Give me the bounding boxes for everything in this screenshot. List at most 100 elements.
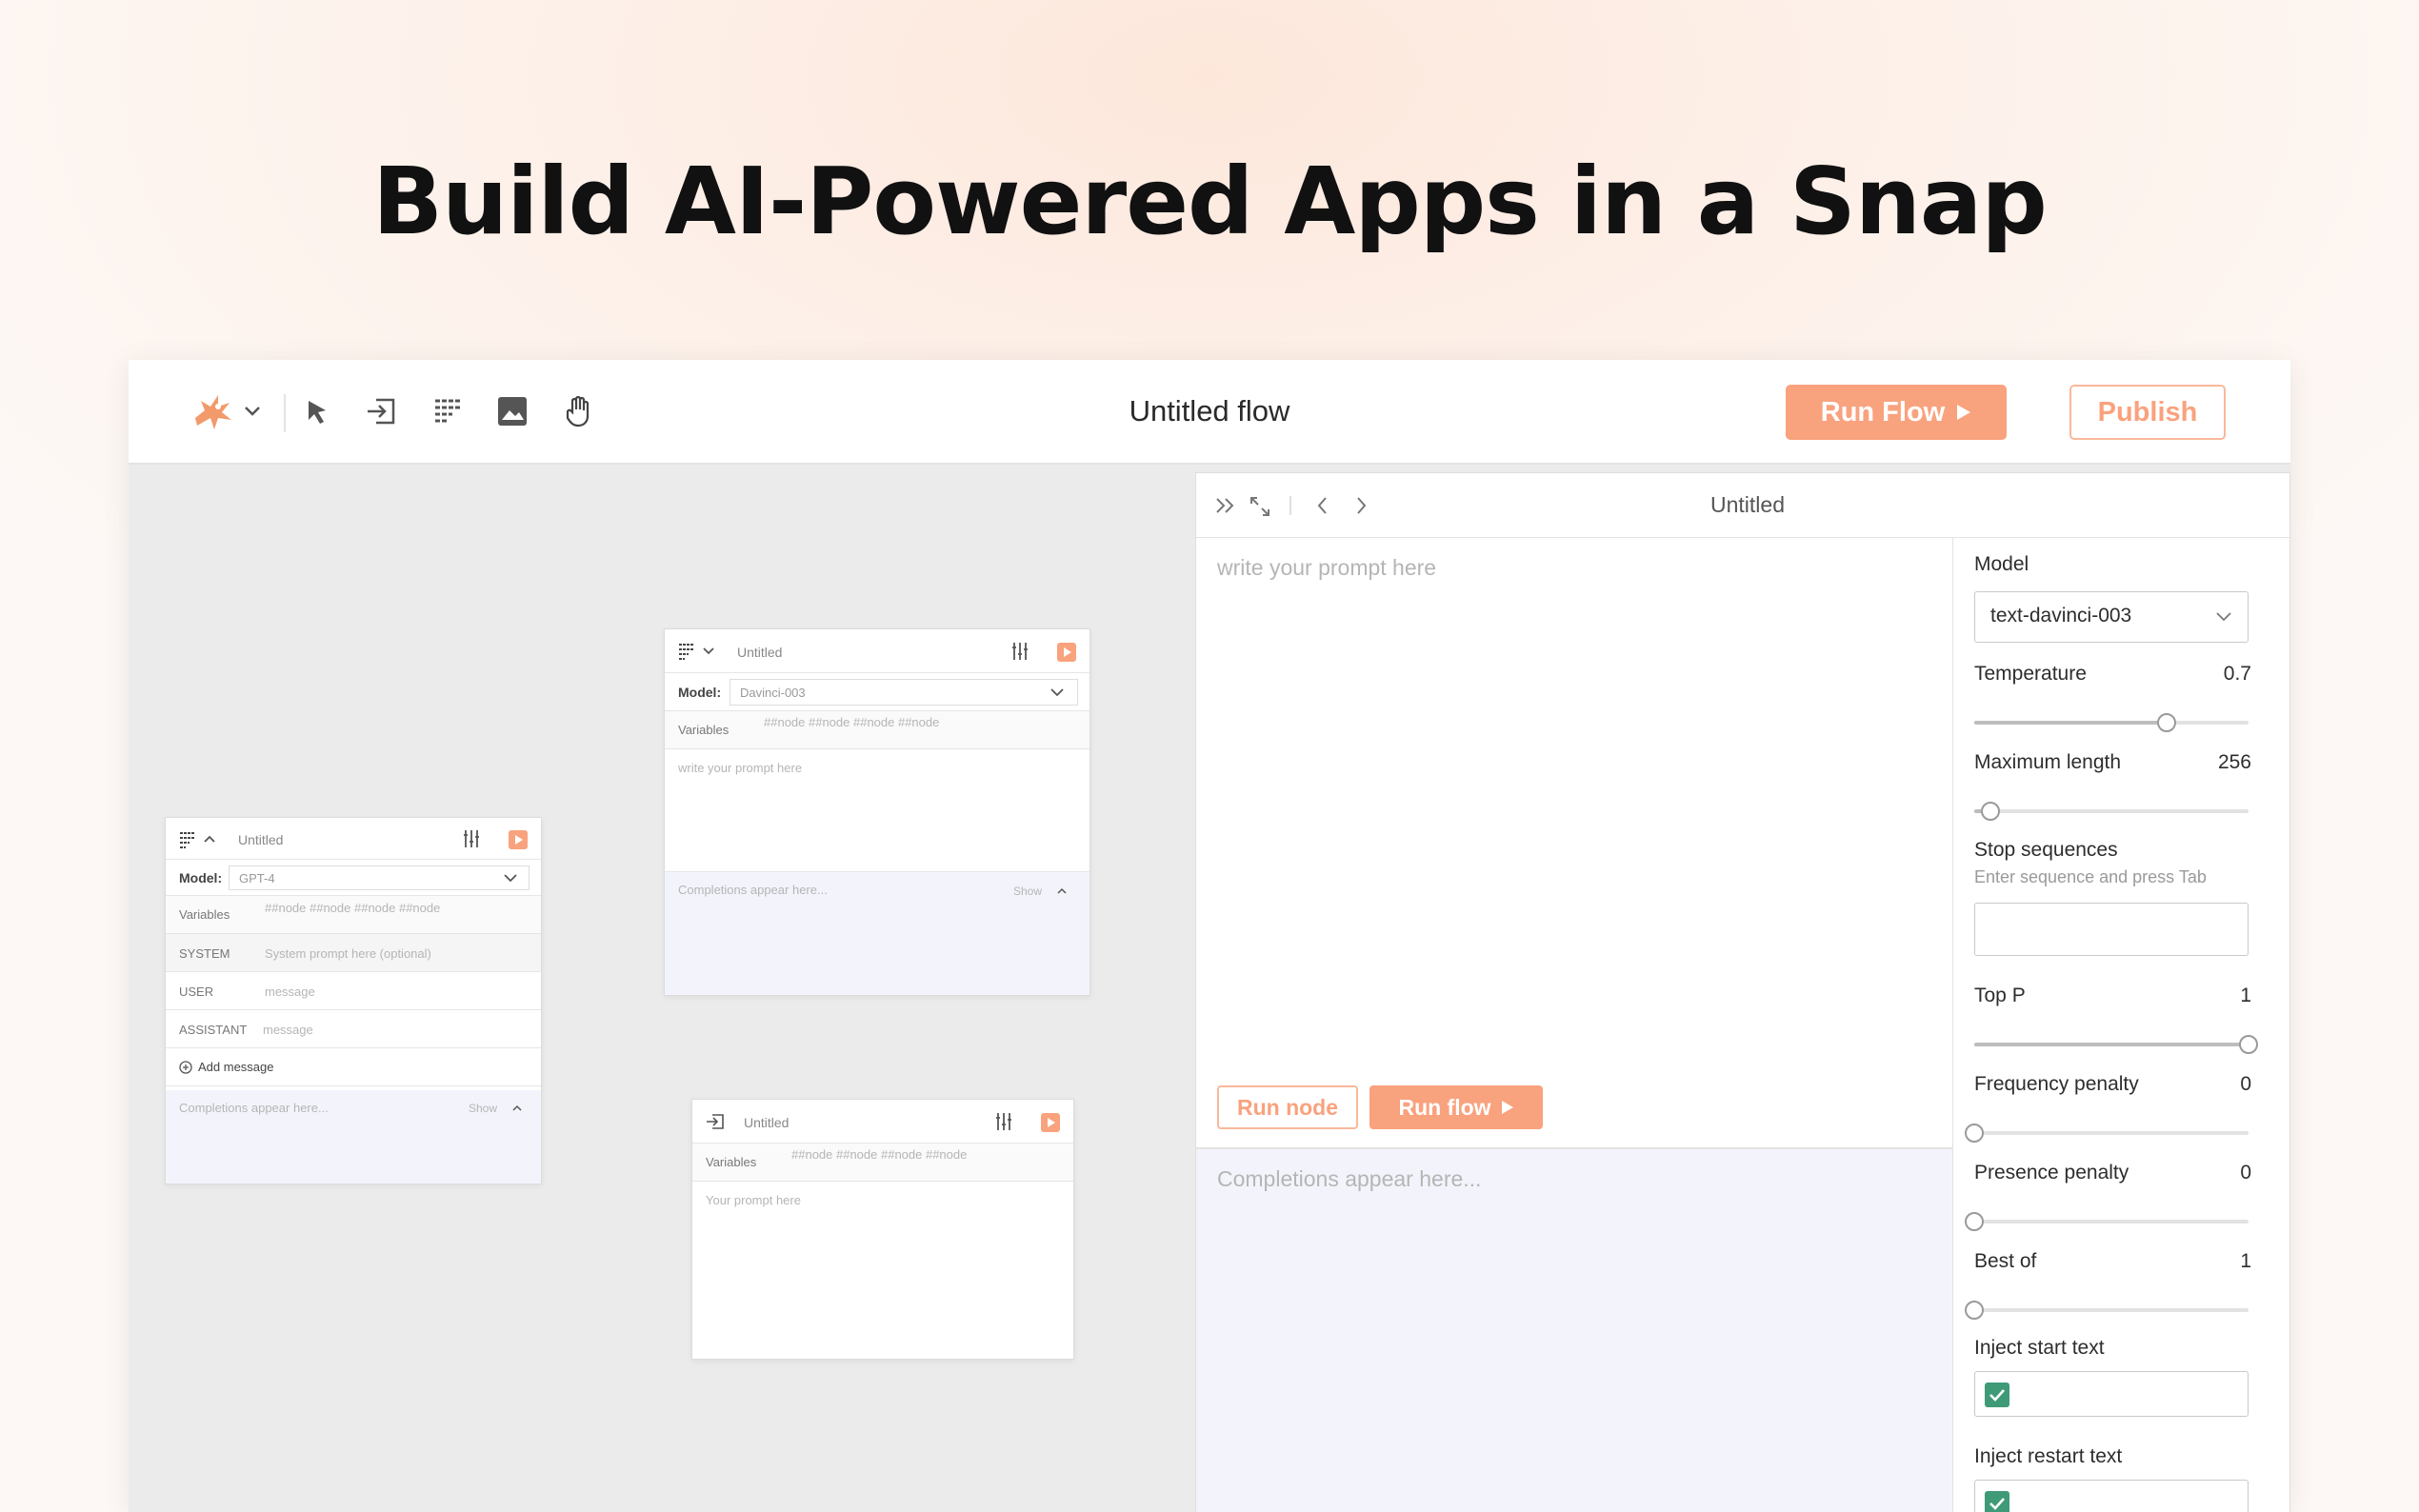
chevron-up-icon[interactable] bbox=[512, 1104, 522, 1111]
inject-restart-field[interactable] bbox=[1974, 1480, 2249, 1512]
publish-button[interactable]: Publish bbox=[2069, 385, 2226, 440]
max-length-slider[interactable] bbox=[1974, 802, 2249, 821]
run-flow-button[interactable]: Run flow bbox=[1369, 1085, 1543, 1129]
top-toolbar: Untitled flow Run Flow Publish bbox=[129, 360, 2290, 465]
add-circle-icon bbox=[179, 1061, 192, 1074]
play-icon[interactable] bbox=[1057, 643, 1076, 662]
prompt-node-icon bbox=[679, 644, 694, 660]
panel-title[interactable]: Untitled bbox=[1710, 492, 1785, 518]
input-node-icon[interactable] bbox=[362, 392, 400, 430]
text-input-node[interactable]: Untitled Variables ##node ##node ##node … bbox=[691, 1099, 1074, 1360]
image-icon[interactable] bbox=[493, 392, 531, 430]
add-message-label: Add message bbox=[198, 1060, 274, 1074]
logo-icon[interactable] bbox=[188, 392, 239, 430]
stop-sequences-input[interactable] bbox=[1974, 903, 2249, 956]
prompt-node-icon[interactable] bbox=[429, 392, 467, 430]
sliders-icon[interactable] bbox=[463, 829, 480, 848]
frequency-penalty-slider[interactable] bbox=[1965, 1124, 2249, 1143]
completions-placeholder: Completions appear here... bbox=[179, 1101, 329, 1115]
chevron-up-icon[interactable] bbox=[204, 835, 215, 843]
prompt-input[interactable]: Your prompt here bbox=[692, 1182, 1073, 1353]
presence-penalty-slider[interactable] bbox=[1965, 1212, 2249, 1231]
chat-node[interactable]: Untitled Model: GPT-4 Variables ##node #… bbox=[165, 817, 542, 1184]
system-input[interactable]: System prompt here (optional) bbox=[265, 946, 431, 961]
slider-thumb[interactable] bbox=[1981, 802, 2001, 821]
chevron-left-icon[interactable] bbox=[1316, 496, 1328, 515]
model-select[interactable]: GPT-4 bbox=[229, 865, 530, 890]
chevron-right-icon[interactable] bbox=[1356, 496, 1368, 515]
sliders-icon[interactable] bbox=[995, 1112, 1012, 1131]
model-value: Davinci-003 bbox=[740, 686, 806, 700]
variables-row: Variables ##node ##node ##node ##node bbox=[692, 1144, 1073, 1182]
inject-start-label: Inject start text bbox=[1974, 1337, 2105, 1359]
inject-start-field[interactable] bbox=[1974, 1371, 2249, 1417]
show-toggle[interactable]: Show bbox=[1013, 885, 1042, 898]
top-p-label: Top P bbox=[1974, 985, 2026, 1006]
model-value: GPT-4 bbox=[239, 871, 275, 885]
node-title[interactable]: Untitled bbox=[744, 1115, 789, 1130]
add-message-button[interactable]: Add message bbox=[166, 1048, 541, 1086]
max-length-label: Maximum length bbox=[1974, 751, 2122, 773]
model-row: Model: GPT-4 bbox=[166, 860, 541, 896]
prompt-placeholder: write your prompt here bbox=[678, 761, 803, 775]
presence-penalty-value: 0 bbox=[2240, 1162, 2251, 1184]
model-select[interactable]: Davinci-003 bbox=[730, 679, 1078, 706]
variables-row: Variables ##node ##node ##node ##node bbox=[166, 896, 541, 934]
slider-thumb[interactable] bbox=[2156, 713, 2176, 732]
completions-area: Completions appear here... Show bbox=[166, 1090, 541, 1184]
play-icon[interactable] bbox=[509, 830, 528, 849]
model-label: Model: bbox=[179, 870, 223, 885]
node-header: Untitled bbox=[665, 629, 1090, 673]
temperature-label: Temperature bbox=[1974, 663, 2087, 685]
hand-icon[interactable] bbox=[560, 392, 598, 430]
variables-label: Variables bbox=[678, 723, 730, 737]
node-title[interactable]: Untitled bbox=[238, 832, 283, 847]
check-icon bbox=[1989, 1498, 2005, 1510]
assistant-message-input[interactable]: message bbox=[263, 1023, 313, 1037]
node-title[interactable]: Untitled bbox=[737, 645, 782, 660]
hero-title: Build AI-Powered Apps in a Snap bbox=[372, 148, 2048, 255]
play-icon[interactable] bbox=[1041, 1113, 1060, 1132]
sliders-icon[interactable] bbox=[1011, 642, 1029, 661]
top-p-slider[interactable] bbox=[1974, 1035, 2258, 1054]
best-of-label: Best of bbox=[1974, 1250, 2037, 1272]
app-window: Untitled flow Run Flow Publish Untitled … bbox=[129, 360, 2290, 1512]
model-label: Model bbox=[1974, 553, 2029, 575]
show-toggle[interactable]: Show bbox=[469, 1102, 497, 1115]
slider-thumb[interactable] bbox=[1965, 1301, 1984, 1320]
panel-header: Untitled bbox=[1196, 473, 2289, 538]
user-message-input[interactable]: message bbox=[265, 985, 315, 999]
best-of-slider[interactable] bbox=[1965, 1301, 2249, 1320]
collapse-icon[interactable] bbox=[1215, 496, 1236, 515]
expand-icon[interactable] bbox=[1249, 496, 1270, 517]
input-node-icon bbox=[707, 1114, 724, 1129]
run-flow-label: Run flow bbox=[1398, 1094, 1491, 1120]
run-flow-button[interactable]: Run Flow bbox=[1786, 385, 2007, 440]
system-label: SYSTEM bbox=[179, 946, 230, 961]
slider-thumb[interactable] bbox=[1965, 1212, 1984, 1231]
frequency-penalty-value: 0 bbox=[2240, 1073, 2251, 1095]
inject-start-checkbox[interactable] bbox=[1985, 1383, 2009, 1407]
temperature-value: 0.7 bbox=[2223, 663, 2251, 685]
chevron-down-icon[interactable] bbox=[703, 647, 714, 655]
model-select[interactable]: text-davinci-003 bbox=[1974, 591, 2249, 643]
model-label: Model: bbox=[678, 685, 722, 700]
prompt-input[interactable]: write your prompt here bbox=[665, 749, 1090, 873]
completions-placeholder: Completions appear here... bbox=[678, 883, 828, 897]
slider-thumb[interactable] bbox=[1965, 1124, 1984, 1143]
completion-node[interactable]: Untitled Model: Davinci-003 Variables ##… bbox=[664, 628, 1090, 996]
best-of-value: 1 bbox=[2240, 1250, 2251, 1272]
chevron-up-icon[interactable] bbox=[1057, 887, 1067, 894]
completions-area: Completions appear here... Show bbox=[665, 871, 1090, 995]
toolbar-divider bbox=[284, 394, 286, 432]
inject-restart-checkbox[interactable] bbox=[1985, 1491, 2009, 1512]
prompt-editor[interactable]: write your prompt here Run node Run flow bbox=[1196, 538, 1953, 1147]
temperature-slider[interactable] bbox=[1974, 713, 2249, 732]
variables-label: Variables bbox=[179, 907, 230, 922]
pointer-icon[interactable] bbox=[298, 392, 336, 430]
run-node-button[interactable]: Run node bbox=[1217, 1085, 1358, 1129]
chevron-down-icon[interactable] bbox=[241, 392, 264, 430]
slider-thumb[interactable] bbox=[2239, 1035, 2258, 1054]
settings-sidebar: Model text-davinci-003 Temperature 0.7 M… bbox=[1953, 538, 2290, 1512]
prompt-placeholder: Your prompt here bbox=[706, 1193, 801, 1207]
